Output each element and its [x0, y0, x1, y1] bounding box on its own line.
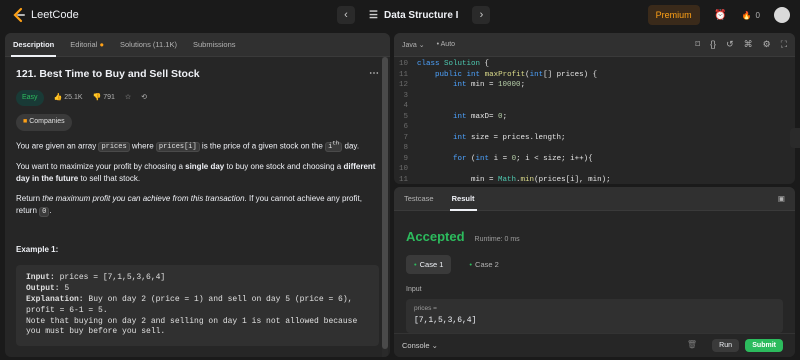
result-body: Accepted Runtime: 0 ms • Case 1 • Case 2 I…: [394, 211, 795, 345]
avatar[interactable]: [774, 7, 790, 23]
chevron-left-icon: ‹: [344, 9, 348, 21]
page-title: 121. Best Time to Buy and Sell Stock ⋯: [16, 67, 379, 82]
difficulty-badge: Easy: [16, 90, 44, 107]
alarm-icon[interactable]: ⏰: [714, 8, 728, 22]
tab-editorial[interactable]: Editorial ●: [70, 40, 104, 49]
result-panel: Testcase Result ▣ Accepted Runtime: 0 ms…: [394, 187, 795, 357]
problem-list-title[interactable]: ☰ Data Structure I: [363, 10, 464, 21]
leetcode-logo-icon: [13, 7, 25, 23]
case-tabs: • Case 1 • Case 2: [406, 255, 783, 274]
next-problem-button[interactable]: ›: [472, 6, 491, 24]
problem-meta: Easy 👍 25.1K 👎 791 ☆ ⟲: [16, 90, 379, 107]
submit-button[interactable]: Submit: [745, 339, 783, 352]
premium-icon: ●: [99, 40, 104, 49]
description-paragraph-3: Return the maximum profit you can achiev…: [16, 194, 362, 217]
status-text: Accepted: [406, 229, 465, 244]
code-area[interactable]: 10 class Solution { 11 public int maxProf…: [394, 57, 795, 184]
scroll-thumb[interactable]: [382, 57, 388, 349]
problem-description: 121. Best Time to Buy and Sell Stock ⋯ E…: [5, 57, 390, 356]
thumbs-up-icon: 👍: [53, 94, 63, 102]
logo[interactable]: LeetCode: [12, 7, 79, 23]
thumbs-down-icon: 👎: [92, 94, 102, 102]
problem-list-nav: ‹ ☰ Data Structure I ›: [337, 6, 491, 24]
tab-solutions[interactable]: Solutions (11.1K): [120, 40, 177, 49]
editor-actions: ⌑ {} ↺ ⌘ ⚙ ⛶: [695, 39, 787, 50]
tab-testcase[interactable]: Testcase: [404, 194, 434, 203]
tab-submissions[interactable]: Submissions: [193, 40, 236, 49]
settings-icon[interactable]: ⚙: [763, 39, 771, 50]
console-bar: Console ⌄ 🗑 Run Submit: [394, 333, 795, 357]
lock-icon: •: [436, 41, 440, 48]
tab-result[interactable]: Result: [449, 194, 477, 211]
chevron-right-icon: ›: [479, 9, 484, 21]
chevron-down-icon: ⌄: [418, 41, 425, 49]
trash-icon[interactable]: 🗑: [687, 340, 697, 349]
runtime-text: Runtime: 0 ms: [474, 236, 520, 243]
streak-counter[interactable]: 🔥 0: [742, 11, 760, 20]
description-tabs: Description Editorial ● Solutions (11.1K…: [5, 33, 390, 57]
premium-button[interactable]: Premium: [647, 5, 700, 25]
case-2-tab[interactable]: • Case 2: [461, 255, 506, 274]
share-icon[interactable]: ⟲: [141, 93, 147, 103]
result-status: Accepted Runtime: 0 ms: [406, 229, 783, 244]
shortcut-icon[interactable]: ⌘: [744, 39, 753, 50]
code-editor-panel: Java ⌄ • Auto ⌑ {} ↺ ⌘ ⚙ ⛶ 10 class Solut…: [394, 33, 795, 184]
input-value: [7,1,5,3,6,4]: [414, 316, 477, 325]
description-paragraph-2: You want to maximize your profit by choo…: [16, 161, 376, 183]
list-icon: ☰: [369, 9, 378, 21]
description-scrollbar[interactable]: [382, 57, 388, 357]
reset-icon[interactable]: ↺: [726, 39, 734, 50]
fire-icon: 🔥: [741, 10, 752, 20]
bookmark-icon[interactable]: ⌑: [695, 39, 700, 50]
example-box: Input: prices = [7,1,5,3,6,4] Output: 5 …: [16, 265, 379, 347]
prev-problem-button[interactable]: ‹: [337, 6, 355, 24]
input-name: prices =: [414, 305, 437, 312]
dislike-button[interactable]: 👎 791: [93, 93, 115, 103]
description-paragraph-1: You are given an array prices where pric…: [16, 139, 360, 152]
star-icon[interactable]: ☆: [125, 93, 131, 103]
top-bar: LeetCode ‹ ☰ Data Structure I › Premium …: [0, 0, 800, 30]
top-right-actions: Premium ⏰ 🔥 0: [647, 5, 790, 25]
collapse-icon[interactable]: ▣: [778, 194, 785, 203]
lock-icon: ■: [23, 118, 28, 126]
input-label: Input: [406, 286, 422, 293]
case-1-tab[interactable]: • Case 1: [406, 255, 452, 274]
tab-description[interactable]: Description: [10, 40, 57, 57]
run-button[interactable]: Run: [712, 339, 739, 352]
app-name: LeetCode: [31, 9, 79, 21]
more-options-icon[interactable]: ⋯: [369, 67, 379, 82]
auto-mode-toggle[interactable]: • Auto: [437, 41, 455, 48]
language-select[interactable]: Java ⌄: [402, 41, 425, 49]
companies-tag[interactable]: ■ Companies: [16, 114, 72, 131]
like-button[interactable]: 👍 25.1K: [54, 93, 83, 103]
example-title: Example 1:: [16, 244, 59, 254]
side-panel-toggle[interactable]: [790, 128, 800, 148]
result-tabs: Testcase Result ▣: [394, 187, 795, 211]
description-panel: Description Editorial ● Solutions (11.1K…: [5, 33, 390, 357]
console-toggle[interactable]: Console ⌄: [402, 341, 438, 350]
input-box: prices = [7,1,5,3,6,4]: [406, 299, 783, 333]
braces-icon[interactable]: {}: [710, 39, 716, 50]
chevron-down-icon: ⌄: [431, 341, 438, 350]
fullscreen-icon[interactable]: ⛶: [781, 39, 787, 50]
